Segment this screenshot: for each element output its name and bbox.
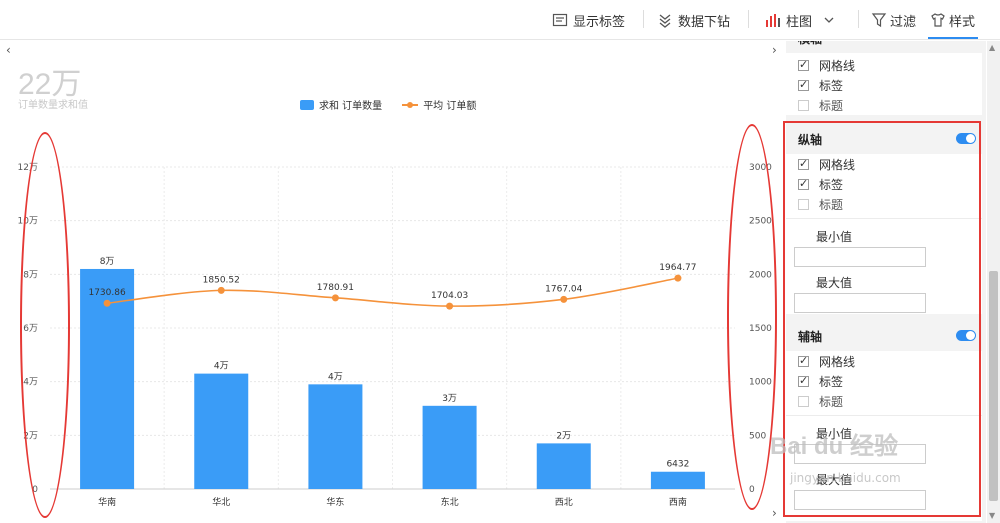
x-axis-gridline-option[interactable]: 网格线 [786,55,982,75]
bar-data-label: 2万 [556,431,571,441]
watermark-url: jingyan.baidu.com [790,471,901,485]
style-tab[interactable]: 样式 [930,9,975,31]
option-label: 标题 [819,98,844,113]
line-data-label: 1964.77 [659,263,696,273]
x-tick-label: 西北 [555,497,573,508]
bar [650,471,705,489]
bar-data-label: 3万 [442,394,457,404]
bar [422,405,477,489]
line-point [446,302,454,310]
line-data-label: 1730.86 [88,288,125,298]
checkbox-checked[interactable] [798,78,809,91]
style-label: 样式 [949,14,976,30]
filter-button[interactable]: 过滤 [871,9,916,31]
checkbox-unchecked[interactable] [798,99,809,111]
line-point [560,295,568,303]
bar-data-label: 8万 [100,257,115,267]
line-data-label: 1780.91 [317,283,354,293]
scrollbar-thumb[interactable] [989,271,998,501]
line-point [217,286,225,294]
bar [536,443,591,489]
line-data-label: 1767.04 [545,284,582,294]
x-tick-label: 华东 [326,496,344,508]
bar [194,373,249,489]
line-point [331,294,339,302]
filter-label: 过滤 [890,14,917,30]
toolbar-divider [858,10,859,28]
bar-data-label: 6432 [666,460,689,470]
x-tick-label: 华北 [212,496,230,508]
chevron-down-icon [824,17,834,23]
watermark-logo: Bai du 经验 [770,433,899,460]
scroll-up-icon[interactable]: ▲ [989,43,995,52]
annotation-ellipse-left [20,132,70,518]
filter-icon [871,13,887,28]
line-data-label: 1850.52 [203,275,240,285]
checkbox-checked[interactable] [798,58,809,71]
x-axis-section: 横轴 网格线 标签 标题 [786,41,982,115]
x-axis-title-option[interactable]: 标题 [786,95,982,115]
x-axis-label-option[interactable]: 标签 [786,75,982,95]
line-point [674,274,682,282]
option-label: 网格线 [819,58,856,73]
shirt-icon [931,13,945,27]
option-label: 标签 [819,78,844,93]
bar-data-label: 4万 [328,372,343,382]
x-tick-label: 西南 [669,496,687,508]
bar [308,384,363,489]
bar-data-label: 4万 [214,362,229,372]
x-axis-section-header: 横轴 [786,41,982,53]
chart-type-label: 柱图 [786,14,813,30]
x-tick-label: 华南 [98,496,116,508]
settings-scrollbar[interactable]: ▲ ▼ [987,41,1000,523]
x-axis-section-title: 横轴 [798,41,822,47]
x-tick-label: 东北 [441,496,459,508]
line-data-label: 1704.03 [431,291,468,301]
line-point [103,299,111,307]
combo-chart: 0 02万 5004万 10006万 15008万 200010万 250012万 30008… [18,163,773,508]
active-tab-indicator [928,37,978,39]
scroll-down-icon[interactable]: ▼ [989,511,995,520]
